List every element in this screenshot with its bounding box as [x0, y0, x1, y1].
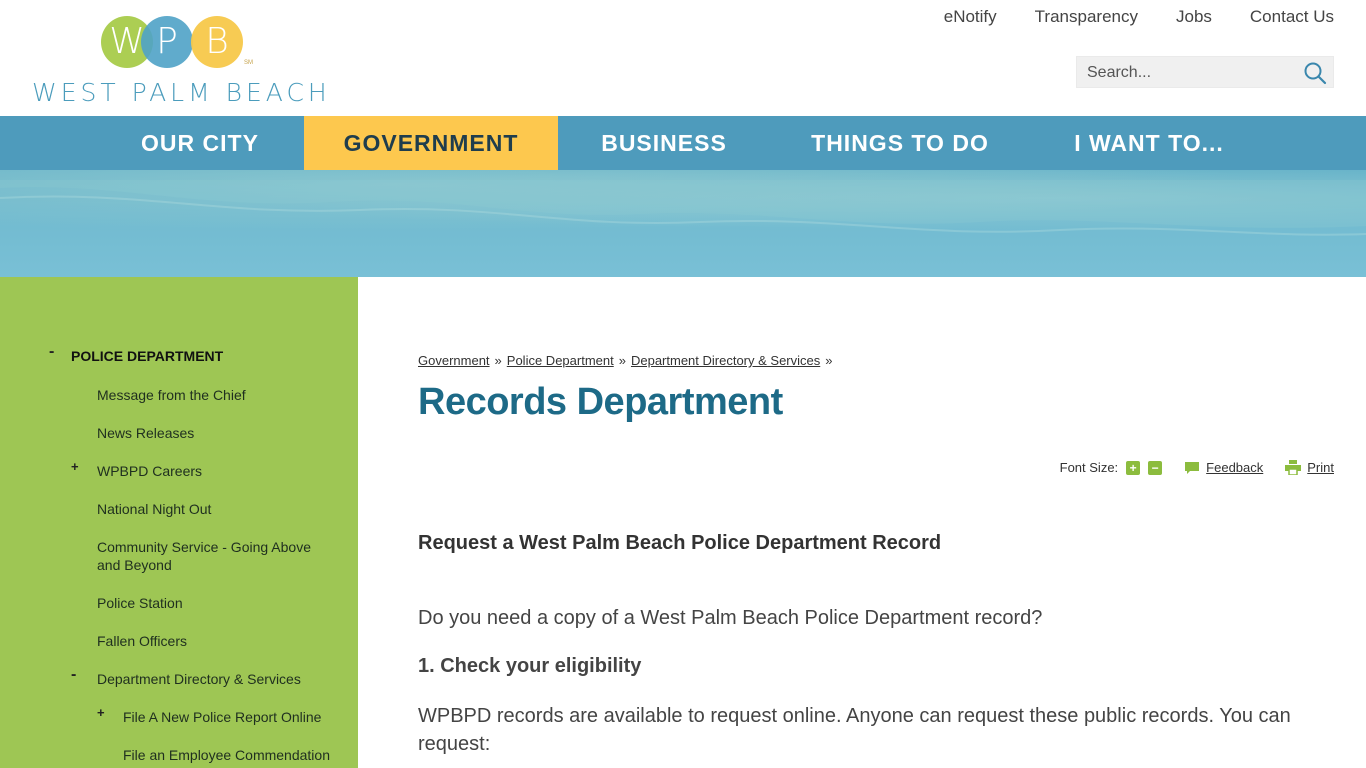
- sidebar-item-police-station[interactable]: Police Station: [97, 594, 183, 612]
- sidebar-item-careers[interactable]: WPBPD Careers: [97, 462, 202, 480]
- font-decrease-button[interactable]: −: [1148, 460, 1163, 475]
- request-heading: Request a West Palm Beach Police Departm…: [418, 532, 942, 554]
- page-tools: Font Size: + − Feedback Print: [1060, 460, 1334, 475]
- nav-government[interactable]: GOVERNMENT: [304, 116, 558, 170]
- logo-service-mark: SM: [244, 60, 253, 66]
- search-icon[interactable]: [1303, 61, 1327, 85]
- sidebar-subitem-commendation[interactable]: File an Employee Commendation: [123, 746, 330, 764]
- nav-business[interactable]: BUSINESS: [558, 116, 770, 170]
- sidebar-item-community-service[interactable]: Community Service - Going Above and Beyo…: [97, 538, 333, 574]
- font-size-label: Font Size:: [1059, 460, 1119, 475]
- enotify-link[interactable]: eNotify: [944, 7, 997, 27]
- feedback-icon: [1185, 461, 1200, 474]
- sidebar-item-directory-services[interactable]: Department Directory & Services: [97, 670, 301, 688]
- print-icon: [1285, 460, 1302, 475]
- breadcrumb-police-department[interactable]: Police Department: [507, 353, 614, 368]
- banner-foam: [0, 180, 1366, 236]
- sidebar: - POLICE DEPARTMENT Message from the Chi…: [0, 277, 358, 768]
- search-input[interactable]: [1087, 63, 1297, 83]
- sidebar-toggle-careers[interactable]: +: [71, 459, 79, 474]
- breadcrumb: Government » Police Department » Department …: [418, 353, 837, 368]
- feedback-link[interactable]: Feedback: [1206, 460, 1263, 475]
- breadcrumb-government[interactable]: Government: [418, 353, 490, 368]
- nav-things-to-do[interactable]: THINGS TO DO: [770, 116, 1030, 170]
- site-header: W P B SM WEST PALM BEACH eNotify Transpa…: [0, 0, 1366, 116]
- sidebar-item-message-chief[interactable]: Message from the Chief: [97, 386, 246, 404]
- font-increase-button[interactable]: +: [1126, 460, 1141, 475]
- step-1-paragraph: WPBPD records are available to request o…: [418, 705, 1291, 755]
- print-link[interactable]: Print: [1307, 460, 1334, 475]
- sidebar-subitem-file-report[interactable]: File A New Police Report Online: [123, 708, 321, 726]
- logo-circle-p: P: [141, 16, 193, 68]
- sidebar-toggle-file-report[interactable]: +: [97, 705, 105, 720]
- logo-circle-b: B: [191, 16, 243, 68]
- breadcrumb-separator: »: [618, 353, 626, 368]
- main-nav: OUR CITY GOVERNMENT BUSINESS THINGS TO D…: [0, 116, 1366, 170]
- transparency-link[interactable]: Transparency: [1035, 7, 1138, 27]
- nav-our-city[interactable]: OUR CITY: [95, 116, 305, 170]
- intro-paragraph: Do you need a copy of a West Palm Beach …: [418, 607, 1043, 629]
- breadcrumb-separator: »: [494, 353, 502, 368]
- nav-i-want-to[interactable]: I WANT TO...: [1030, 116, 1268, 170]
- site-logo[interactable]: W P B SM WEST PALM BEACH: [32, 14, 327, 109]
- sidebar-item-fallen-officers[interactable]: Fallen Officers: [97, 632, 187, 650]
- breadcrumb-separator: »: [825, 353, 833, 368]
- sidebar-toggle-directory[interactable]: -: [71, 666, 76, 684]
- search-box: [1076, 56, 1334, 88]
- sidebar-item-police-department[interactable]: POLICE DEPARTMENT: [71, 347, 223, 365]
- jobs-link[interactable]: Jobs: [1176, 7, 1212, 27]
- breadcrumb-directory-services[interactable]: Department Directory & Services: [631, 353, 820, 368]
- sidebar-item-national-night-out[interactable]: National Night Out: [97, 500, 211, 518]
- page-title: Records Department: [418, 381, 783, 423]
- logo-wordmark: WEST PALM BEACH: [32, 78, 331, 107]
- sidebar-item-news-releases[interactable]: News Releases: [97, 424, 194, 442]
- contact-us-link[interactable]: Contact Us: [1250, 7, 1334, 27]
- utility-links: eNotify Transparency Jobs Contact Us: [944, 7, 1334, 27]
- step-1-heading: 1. Check your eligibility: [418, 655, 642, 677]
- hero-banner: [0, 170, 1366, 277]
- sidebar-toggle-police[interactable]: -: [49, 343, 54, 361]
